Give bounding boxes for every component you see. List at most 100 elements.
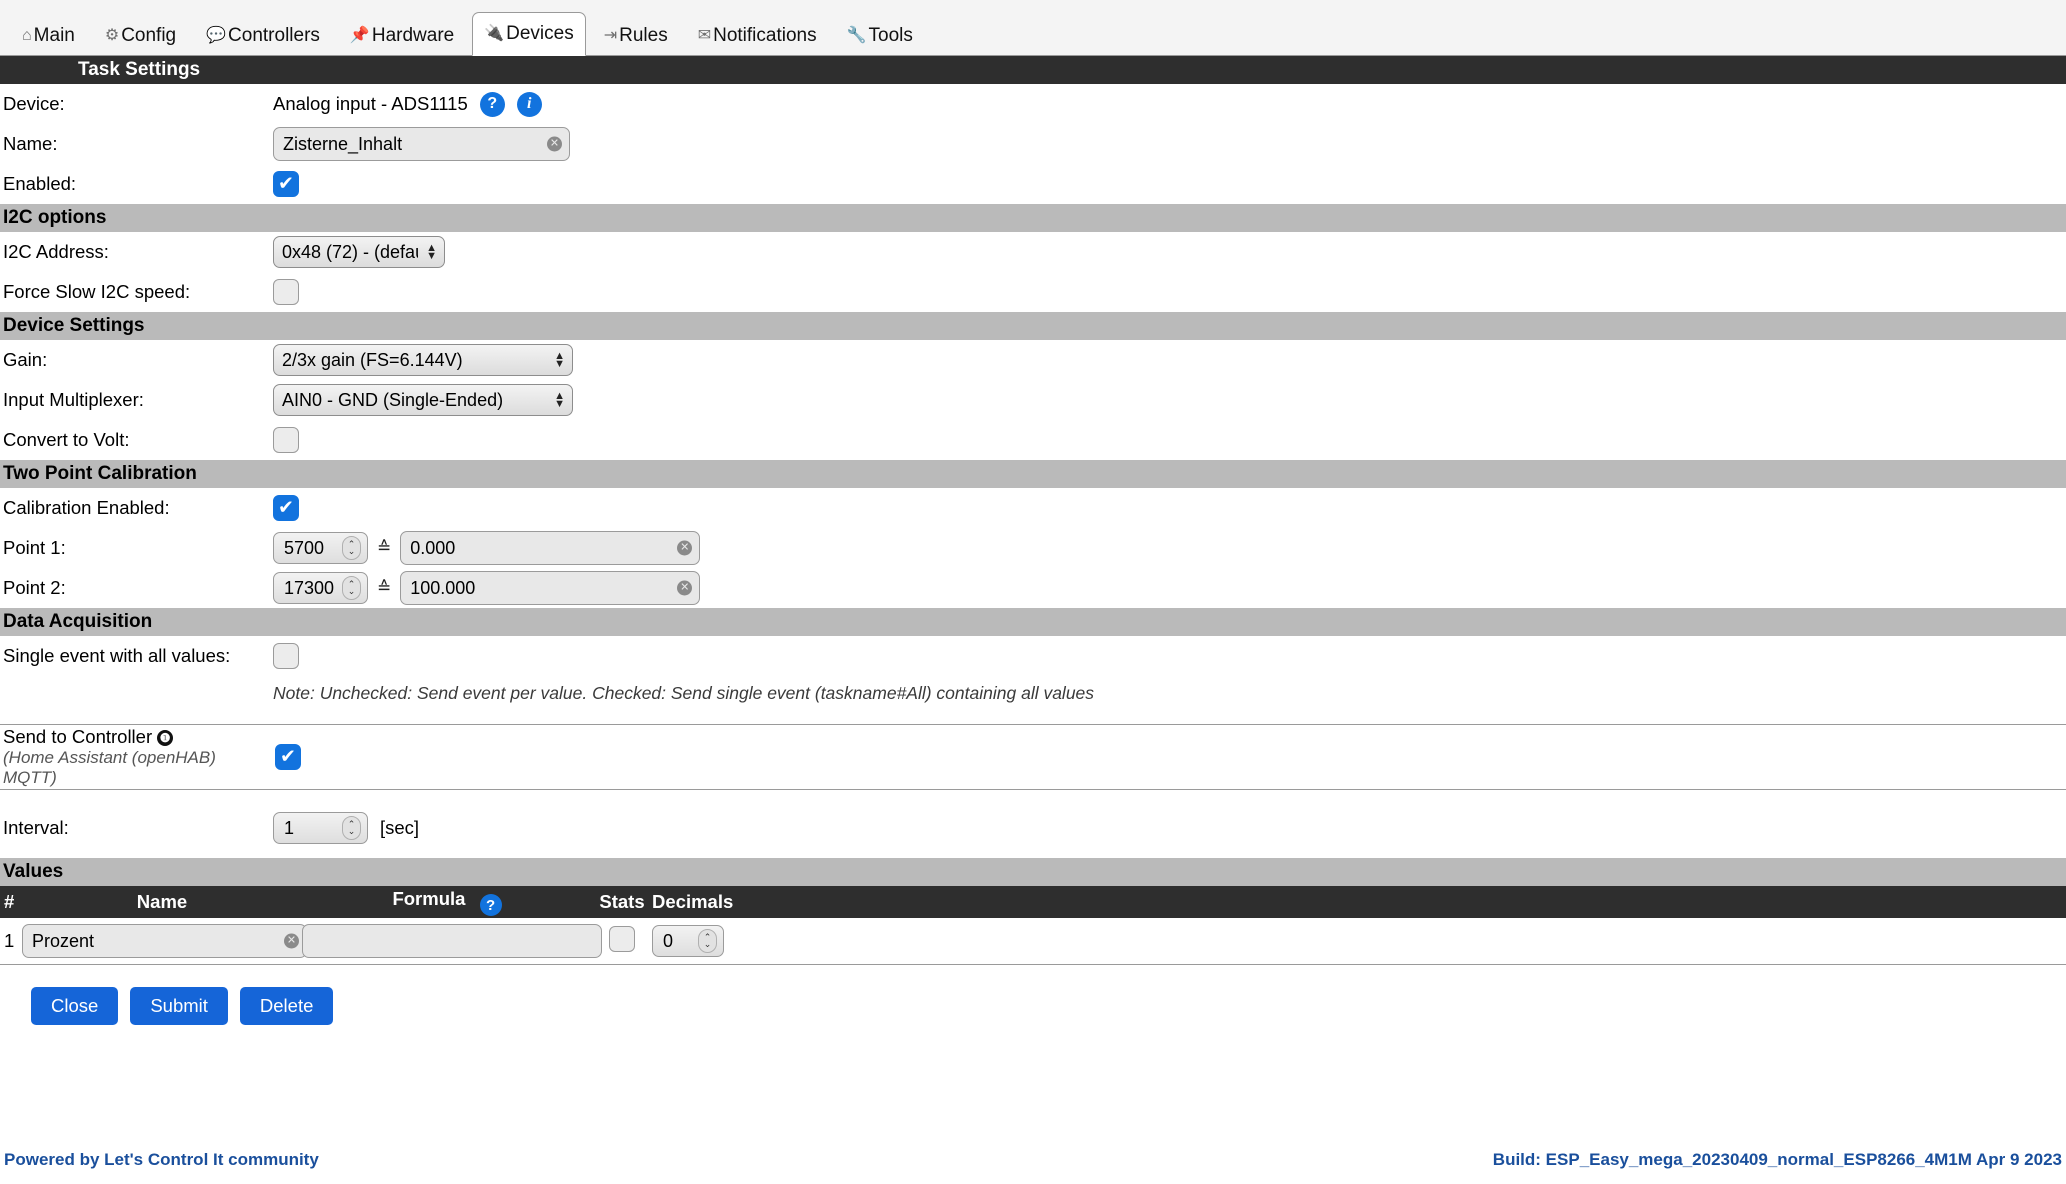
enabled-checkbox[interactable]	[273, 171, 299, 197]
powered-by: Powered by Let's Control It community	[4, 1150, 319, 1170]
tab-rules[interactable]: ⇥ Rules	[592, 18, 680, 56]
convert-to-volt-label: Convert to Volt:	[3, 429, 130, 450]
section-header-device-settings: Device Settings	[0, 312, 2066, 340]
point-1-value-input[interactable]	[400, 531, 701, 565]
section-header-two-point-calibration: Two Point Calibration	[0, 460, 2066, 488]
device-help-icon[interactable]: ?	[479, 91, 505, 117]
column-header-formula: Formula	[392, 887, 466, 909]
tab-tools-label: Tools	[868, 25, 913, 46]
i2c-address-select[interactable]: 0x48 (72) - (default)	[273, 236, 445, 268]
input-multiplexer-label: Input Multiplexer:	[3, 389, 144, 410]
enabled-label: Enabled:	[3, 173, 77, 194]
gain-label: Gain:	[3, 349, 48, 370]
row-point-1: Point 1: 5700 ⌃⌄ ≙ ✕	[0, 528, 2066, 568]
interval-stepper[interactable]: 1 ⌃ ⌄	[273, 812, 368, 844]
row-enabled: Enabled:	[0, 164, 2066, 204]
column-header-decimals: Decimals	[652, 891, 734, 912]
row-convert-to-volt: Convert to Volt:	[0, 420, 2066, 460]
delete-button[interactable]: Delete	[239, 987, 334, 1025]
table-row: 1 ✕ 0 ⌃⌄	[0, 918, 2066, 964]
powered-by-link[interactable]: Let's Control It community	[104, 1150, 319, 1169]
section-header-i2c-options: I2C options	[0, 204, 2066, 232]
task-name-input[interactable]	[273, 127, 570, 161]
value-decimals-stepper[interactable]: 0 ⌃ ⌄	[652, 925, 724, 957]
section-header-values: Values	[0, 858, 2066, 886]
row-input-multiplexer: Input Multiplexer: AIN0 - GND (Single-En…	[0, 380, 2066, 420]
row-single-event-note: Note: Unchecked: Send event per value. C…	[0, 676, 2066, 710]
column-header-index: #	[4, 891, 15, 912]
point-2-value-input[interactable]	[400, 571, 701, 605]
column-header-stats: Stats	[599, 891, 645, 912]
equivalent-icon: ≙	[377, 578, 392, 597]
tab-main-label: Main	[33, 25, 75, 46]
clear-icon[interactable]: ✕	[547, 136, 562, 152]
interval-unit: [sec]	[380, 817, 420, 838]
row-i2c-address: I2C Address: 0x48 (72) - (default) ▲ ▼	[0, 232, 2066, 272]
value-stats-checkbox[interactable]	[609, 925, 635, 952]
device-label: Device:	[3, 93, 65, 114]
home-icon: ⌂	[22, 27, 32, 44]
clear-icon[interactable]: ✕	[677, 540, 693, 556]
i2c-address-label: I2C Address:	[3, 241, 109, 262]
interval-value: 1	[284, 817, 295, 838]
stepper-arrows-icon[interactable]: ⌃ ⌄	[698, 929, 717, 953]
clear-icon[interactable]: ✕	[284, 933, 299, 949]
single-event-checkbox[interactable]	[273, 643, 299, 669]
tab-tools[interactable]: 🔧 Tools	[835, 18, 925, 56]
row-point-2: Point 2: 17300 ⌃⌄ ≙ ✕	[0, 568, 2066, 608]
values-table-header: # Name Formula ? Stats Decimals	[0, 886, 2066, 918]
tab-devices[interactable]: 🔌 Devices	[472, 12, 586, 56]
tab-main[interactable]: ⌂ Main	[10, 18, 87, 56]
column-header-name: Name	[136, 891, 188, 912]
page-footer: Powered by Let's Control It community Bu…	[0, 1150, 2066, 1170]
row-device: Device: Analog input - ADS1115 ? i	[0, 84, 2066, 124]
device-value: Analog input - ADS1115	[273, 93, 468, 114]
tab-config-label: Config	[121, 25, 177, 46]
point-2-raw-value: 17300	[284, 577, 335, 598]
force-slow-i2c-checkbox[interactable]	[273, 279, 299, 305]
point-1-raw-value: 5700	[284, 537, 325, 558]
row-send-to-controller: Send to Controller ❶ (Home Assistant (ope…	[0, 725, 2066, 789]
calibration-enabled-label: Calibration Enabled:	[3, 497, 170, 518]
stepper-arrows-icon[interactable]: ⌃ ⌄	[342, 576, 361, 600]
powered-by-prefix: Powered by	[4, 1150, 105, 1169]
clear-icon[interactable]: ✕	[677, 580, 693, 596]
equivalent-icon: ≙	[377, 538, 392, 557]
device-info-icon[interactable]: i	[516, 91, 542, 117]
tab-config[interactable]: ⚙ Config	[93, 18, 188, 56]
tab-controllers[interactable]: 💬 Controllers	[194, 18, 332, 56]
value-decimals-value: 0	[663, 930, 674, 951]
name-label: Name:	[3, 133, 58, 154]
force-slow-i2c-label: Force Slow I2C speed:	[3, 281, 191, 302]
convert-to-volt-checkbox[interactable]	[273, 427, 299, 453]
send-to-controller-checkbox[interactable]	[275, 744, 301, 770]
form-actions: Close Submit Delete	[0, 965, 2066, 1025]
value-name-input[interactable]	[22, 924, 307, 958]
arrow-branch-icon: ⇥	[603, 27, 618, 44]
interval-label: Interval:	[3, 817, 69, 838]
speech-bubble-icon: 💬	[206, 27, 227, 44]
point-1-label: Point 1:	[3, 537, 66, 558]
tab-notifications[interactable]: ✉ Notifications	[686, 18, 829, 56]
devices-task-settings-page: ⌂ Main ⚙ Config 💬 Controllers 📌 Hardware…	[0, 0, 2066, 1184]
point-2-label: Point 2:	[3, 577, 66, 598]
pushpin-icon: 📌	[349, 27, 370, 44]
tab-notifications-label: Notifications	[713, 25, 817, 46]
input-multiplexer-select[interactable]: AIN0 - GND (Single-Ended)	[273, 384, 573, 416]
point-2-raw-stepper[interactable]: 17300 ⌃ ⌄	[273, 572, 368, 604]
plug-icon: 🔌	[484, 25, 505, 42]
tab-hardware[interactable]: 📌 Hardware	[338, 18, 466, 56]
stepper-arrows-icon[interactable]: ⌃ ⌄	[342, 536, 361, 560]
point-1-raw-stepper[interactable]: 5700 ⌃ ⌄	[273, 532, 368, 564]
single-event-label: Single event with all values:	[3, 645, 231, 666]
gain-select[interactable]: 2/3x gain (FS=6.144V)	[273, 344, 573, 376]
close-button[interactable]: Close	[31, 987, 119, 1025]
value-formula-input[interactable]	[302, 924, 602, 958]
submit-button[interactable]: Submit	[130, 987, 228, 1025]
row-interval: Interval: 1 ⌃ ⌄ [sec]	[0, 808, 2066, 848]
info-icon[interactable]: ❶	[157, 730, 174, 747]
section-header-task-settings: Task Settings	[0, 56, 2066, 84]
formula-help-icon[interactable]: ?	[479, 894, 502, 917]
calibration-enabled-checkbox[interactable]	[273, 495, 299, 521]
stepper-arrows-icon[interactable]: ⌃ ⌄	[342, 816, 361, 840]
